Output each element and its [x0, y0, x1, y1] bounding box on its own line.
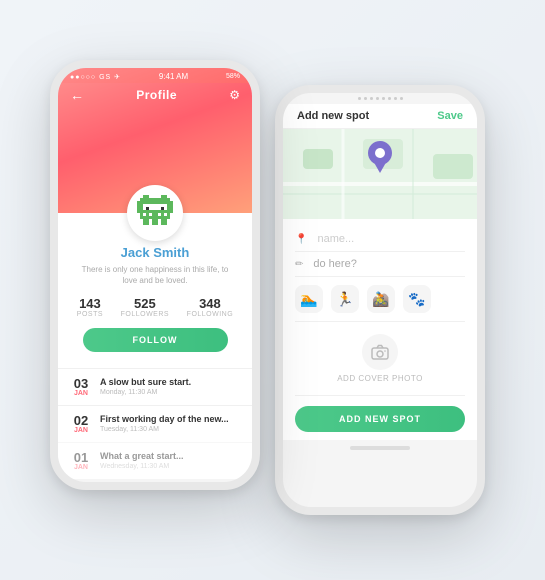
- avatar: [127, 185, 183, 241]
- map-area: [283, 129, 477, 219]
- camera-icon: [362, 334, 398, 370]
- name-placeholder: name...: [317, 233, 354, 245]
- battery-display: 58%: [226, 73, 240, 80]
- time-display: 9:41 AM: [159, 72, 188, 81]
- profile-header: ← Profile ⚙: [58, 83, 252, 213]
- feed-text-2: What a great start... Wednesday, 11:30 A…: [100, 451, 184, 470]
- stat-followers: 525 FOLLOWERS: [121, 296, 169, 318]
- map-pin: [367, 141, 393, 178]
- stat-posts-value: 143: [79, 296, 101, 311]
- stats-row: 143 POSTS 525 FOLLOWERS 348 FOLLOWING: [58, 296, 252, 318]
- pixel-monster-icon: [134, 192, 176, 234]
- stat-following: 348 FOLLOWING: [187, 296, 234, 318]
- home-indicator-right: [350, 446, 410, 450]
- scene: ●●○○○ GS ✈ 9:41 AM 58% ← Profile ⚙: [0, 0, 545, 580]
- activity-bike-icon[interactable]: 🚵: [367, 285, 395, 313]
- add-new-spot-button[interactable]: ADD NEW SPOT: [295, 406, 465, 432]
- do-input-row[interactable]: ✏ do here?: [295, 252, 465, 277]
- status-bar-left: ●●○○○ GS ✈ 9:41 AM 58%: [58, 68, 252, 83]
- stat-followers-value: 525: [134, 296, 156, 311]
- feed-text-0: A slow but sure start. Monday, 11:30 AM: [100, 377, 191, 396]
- form-area: 📍 name... ✏ do here? 🏊 🏃 🚵 🐾: [283, 219, 477, 440]
- stat-following-label: FOLLOWING: [187, 311, 234, 318]
- stat-posts-label: POSTS: [77, 311, 103, 318]
- activity-swim-icon[interactable]: 🏊: [295, 285, 323, 313]
- profile-name: Jack Smith: [121, 245, 190, 260]
- left-phone: ●●○○○ GS ✈ 9:41 AM 58% ← Profile ⚙: [50, 60, 260, 490]
- profile-bio: There is only one happiness in this life…: [58, 264, 252, 286]
- follow-button[interactable]: FOLLOW: [83, 328, 228, 352]
- signal-dots: ●●○○○ GS ✈: [70, 73, 121, 81]
- stat-following-value: 348: [199, 296, 221, 311]
- stat-followers-label: FOLLOWERS: [121, 311, 169, 318]
- feed-text-1: First working day of the new... Tuesday,…: [100, 414, 229, 433]
- profile-header-bar: ← Profile ⚙: [58, 87, 252, 107]
- right-phone: Add new spot Save: [275, 85, 485, 515]
- activity-icons: 🏊 🏃 🚵 🐾: [295, 277, 465, 322]
- cover-photo-label: ADD COVER PHOTO: [337, 374, 423, 383]
- home-indicator: [125, 485, 185, 489]
- feed-item-0[interactable]: 03 JAN A slow but sure start. Monday, 11…: [58, 368, 252, 405]
- feed-list: 03 JAN A slow but sure start. Monday, 11…: [58, 368, 252, 479]
- status-dots-right: [283, 93, 477, 104]
- settings-icon[interactable]: ⚙: [229, 88, 240, 102]
- add-spot-header: Add new spot Save: [283, 104, 477, 129]
- feed-item-2[interactable]: 01 JAN What a great start... Wednesday, …: [58, 442, 252, 479]
- save-button[interactable]: Save: [437, 110, 463, 122]
- activity-run-icon[interactable]: 🏃: [331, 285, 359, 313]
- back-button[interactable]: ←: [70, 87, 84, 103]
- stat-posts: 143 POSTS: [77, 296, 103, 318]
- feed-date-1: 02 JAN: [70, 414, 92, 434]
- activity-pet-icon[interactable]: 🐾: [403, 285, 431, 313]
- add-spot-title: Add new spot: [297, 110, 369, 122]
- name-input-row[interactable]: 📍 name...: [295, 227, 465, 252]
- feed-date-2: 01 JAN: [70, 451, 92, 471]
- profile-title: Profile: [136, 88, 177, 102]
- feed-item-1[interactable]: 02 JAN First working day of the new... T…: [58, 405, 252, 442]
- photo-section[interactable]: ADD COVER PHOTO: [295, 322, 465, 396]
- do-placeholder: do here?: [313, 258, 356, 270]
- feed-date-0: 03 JAN: [70, 377, 92, 397]
